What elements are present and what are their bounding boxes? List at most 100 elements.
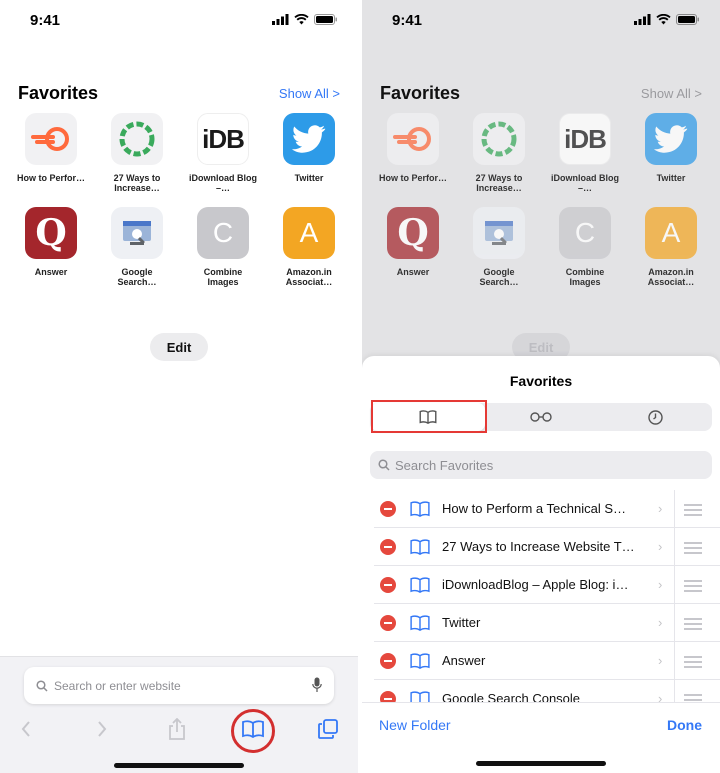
delete-icon[interactable]: [380, 501, 396, 517]
favorite-tile[interactable]: Google Search…: [94, 207, 180, 287]
favorite-label: iDownload Blog –…: [189, 173, 257, 193]
microphone-icon[interactable]: [312, 677, 322, 693]
semrush-logo-icon: [387, 113, 439, 165]
favorites-grid: How to Perfor… 27 Ways to Increase… iDB …: [370, 113, 714, 287]
forward-button[interactable]: [88, 715, 116, 743]
favorite-tile[interactable]: iDB iDownload Blog –…: [542, 113, 628, 193]
chevron-right-icon: ›: [658, 653, 663, 668]
favorite-label: How to Perfor…: [16, 173, 85, 183]
letter-c-icon: C: [559, 207, 611, 259]
show-all-link[interactable]: Show All >: [279, 86, 340, 101]
show-all-link[interactable]: Show All >: [641, 86, 702, 101]
favorite-tile[interactable]: Google Search…: [456, 207, 542, 287]
semrush-logo-icon: [25, 113, 77, 165]
quora-logo-icon: Q: [387, 207, 439, 259]
favorite-tile[interactable]: Q Answer: [370, 207, 456, 287]
address-placeholder: Search or enter website: [54, 678, 181, 693]
favorite-tile[interactable]: 27 Ways to Increase…: [94, 113, 180, 193]
favorite-label: Combine Images: [203, 267, 243, 287]
done-button[interactable]: Done: [667, 717, 702, 733]
delete-icon[interactable]: [380, 653, 396, 669]
status-time: 9:41: [30, 12, 61, 29]
favorite-tile[interactable]: C Combine Images: [180, 207, 266, 287]
list-item[interactable]: 27 Ways to Increase Website T… ›: [374, 528, 720, 566]
delete-icon[interactable]: [380, 577, 396, 593]
delete-icon[interactable]: [380, 539, 396, 555]
favorite-label: Google Search…: [479, 267, 519, 287]
right-screen: 9:41 Favorites Show All > How to Perfor……: [362, 0, 720, 773]
segmented-control: [370, 400, 712, 433]
share-icon: [169, 718, 185, 740]
chevron-right-icon: ›: [658, 501, 663, 516]
reorder-handle-icon[interactable]: [684, 580, 702, 595]
list-item[interactable]: iDownloadBlog – Apple Blog: i… ›: [374, 566, 720, 604]
chevron-right-icon: ›: [658, 577, 663, 592]
new-folder-button[interactable]: New Folder: [379, 717, 451, 733]
tab-history[interactable]: [598, 403, 712, 431]
favorite-tile[interactable]: Twitter: [266, 113, 352, 193]
share-button[interactable]: [163, 715, 191, 743]
search-console-icon: [111, 207, 163, 259]
list-item[interactable]: How to Perform a Technical S… ›: [374, 490, 720, 528]
left-screen: 9:41 Favorites Show All > How to Perfor……: [0, 0, 358, 773]
chevron-right-icon: ›: [658, 539, 663, 554]
favorite-tile[interactable]: How to Perfor…: [8, 113, 94, 193]
favorite-tile[interactable]: Q Answer: [8, 207, 94, 287]
book-icon: [410, 653, 430, 669]
favorite-label: 27 Ways to Increase…: [475, 173, 523, 193]
idb-logo-icon: iDB: [559, 113, 611, 165]
glasses-icon: [530, 412, 552, 422]
search-favorites-placeholder: Search Favorites: [395, 457, 494, 473]
reorder-handle-icon[interactable]: [684, 618, 702, 633]
tab-reading-list[interactable]: [484, 403, 598, 431]
favorite-tile[interactable]: How to Perfor…: [370, 113, 456, 193]
signal-icon: [634, 14, 651, 25]
list-item[interactable]: Twitter ›: [374, 604, 720, 642]
address-bar[interactable]: Search or enter website: [24, 667, 334, 704]
favorite-tile[interactable]: A Amazon.in Associat…: [628, 207, 714, 287]
bookmarks-tab-highlight: [371, 400, 487, 433]
list-item-title: iDownloadBlog – Apple Blog: i…: [442, 577, 629, 592]
favorite-tile[interactable]: A Amazon.in Associat…: [266, 207, 352, 287]
wifi-icon: [656, 14, 671, 25]
favorite-label: Answer: [34, 267, 68, 277]
delete-icon[interactable]: [380, 615, 396, 631]
favorite-label: Google Search…: [117, 267, 157, 287]
chevron-right-icon: [98, 721, 107, 737]
favorite-tile[interactable]: Twitter: [628, 113, 714, 193]
list-item-title: 27 Ways to Increase Website T…: [442, 539, 635, 554]
favorite-tile[interactable]: C Combine Images: [542, 207, 628, 287]
tabs-button[interactable]: [314, 715, 342, 743]
search-icon: [36, 679, 48, 692]
chevron-right-icon: ›: [658, 691, 663, 702]
favorites-grid: How to Perfor… 27 Ways to Increase… iDB …: [8, 113, 352, 287]
signal-icon: [272, 14, 289, 25]
list-item[interactable]: Answer ›: [374, 642, 720, 680]
list-item-title: Twitter: [442, 615, 481, 630]
favorite-label: iDownload Blog –…: [551, 173, 619, 193]
back-button[interactable]: [12, 715, 40, 743]
bottom-toolbar: Search or enter website: [0, 656, 358, 773]
favorites-list: How to Perform a Technical S… › 27 Ways …: [362, 490, 720, 702]
reorder-handle-icon[interactable]: [684, 504, 702, 519]
edit-button[interactable]: Edit: [150, 333, 208, 361]
favorite-tile[interactable]: iDB iDownload Blog –…: [180, 113, 266, 193]
book-icon: [410, 615, 430, 631]
delete-icon[interactable]: [380, 691, 396, 702]
list-item-title: How to Perform a Technical S…: [442, 501, 626, 516]
battery-icon: [314, 14, 337, 25]
chevron-right-icon: ›: [658, 615, 663, 630]
reorder-handle-icon[interactable]: [684, 694, 702, 702]
search-favorites-input[interactable]: Search Favorites: [370, 451, 712, 479]
ring-logo-icon: [473, 113, 525, 165]
book-icon: [410, 577, 430, 593]
clock-icon: [647, 409, 663, 425]
list-item[interactable]: Google Search Console ›: [374, 680, 720, 702]
twitter-bird-icon: [283, 113, 335, 165]
reorder-handle-icon[interactable]: [684, 542, 702, 557]
search-icon: [378, 459, 390, 471]
favorite-tile[interactable]: 27 Ways to Increase…: [456, 113, 542, 193]
favorites-title: Favorites: [380, 83, 461, 103]
favorite-label: Combine Images: [565, 267, 605, 287]
reorder-handle-icon[interactable]: [684, 656, 702, 671]
